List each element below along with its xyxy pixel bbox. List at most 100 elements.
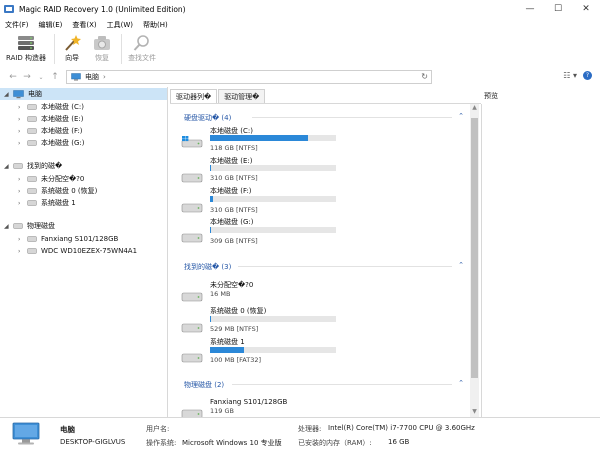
drive-meta: 16 MB xyxy=(210,290,231,298)
status-os-value: Microsoft Windows 10 专业版 xyxy=(182,439,282,447)
tab-strip: 驱动器列� 驱动管理� xyxy=(170,89,266,103)
up-icon[interactable]: ↑ xyxy=(48,72,62,82)
divider xyxy=(232,384,452,385)
drive-meta: 119 GB xyxy=(210,407,234,415)
tree-item-unallocated[interactable]: › 未分配空�?0 xyxy=(18,173,84,185)
refresh-icon[interactable]: ↻ xyxy=(421,72,428,81)
status-os-label: 操作系统: xyxy=(146,439,177,447)
wizard-button[interactable]: 向导 xyxy=(61,31,83,63)
back-icon[interactable]: ← xyxy=(6,72,20,82)
menu-file[interactable]: 文件(F) xyxy=(0,20,34,30)
view-mode-icon[interactable]: ☷ ▾ xyxy=(563,71,577,80)
disk-icon xyxy=(27,188,37,194)
recover-label: 恢复 xyxy=(95,54,110,62)
drive-meta: 118 GB [NTFS] xyxy=(210,144,258,152)
disk-icon xyxy=(27,116,37,122)
tree-item-disk-c[interactable]: › 本地磁盘 (C:) xyxy=(18,101,84,113)
drive-name[interactable]: 系统磁盘 1 xyxy=(210,337,245,347)
collapse-chevron-icon[interactable]: ⌃ xyxy=(458,112,464,120)
collapsed-chevron-icon[interactable]: › xyxy=(18,248,27,255)
collapsed-chevron-icon[interactable]: › xyxy=(18,140,27,147)
scroll-down-icon[interactable]: ▼ xyxy=(470,408,479,417)
menu-help[interactable]: 帮助(H) xyxy=(138,20,173,30)
view-controls: ☷ ▾ ? xyxy=(563,71,592,80)
forward-icon[interactable]: → xyxy=(20,72,34,82)
toolbar-separator xyxy=(54,34,56,64)
collapse-chevron-icon[interactable]: ⌃ xyxy=(458,261,464,269)
tree-item-label: 本地磁盘 (C:) xyxy=(41,103,84,111)
find-file-button[interactable]: 查找文件 xyxy=(128,31,156,63)
drive-usage-fill xyxy=(210,347,245,353)
raid-builder-button[interactable]: RAID 构造器 xyxy=(6,31,46,63)
divider xyxy=(252,117,452,118)
vertical-scrollbar[interactable]: ▲ ▼ xyxy=(470,104,479,417)
tree-item-computer[interactable]: ◢ 电脑 xyxy=(0,88,167,100)
menu-view[interactable]: 查看(X) xyxy=(67,20,101,30)
disk-icon xyxy=(13,223,23,229)
tree-item-system-disk-0[interactable]: › 系统磁盘 0 (恢复) xyxy=(18,185,97,197)
wizard-icon xyxy=(65,35,82,51)
tree-item-wdc[interactable]: › WDC WD10EZEX-75WN4A1 xyxy=(18,245,137,257)
section-found-title[interactable]: 找到的磁� (3) xyxy=(184,262,231,272)
breadcrumb-separator-icon[interactable]: › xyxy=(103,73,106,81)
drive-usage-bar xyxy=(210,347,336,353)
drive-name[interactable]: 系统磁盘 0 (恢复) xyxy=(210,306,266,316)
expanded-chevron-icon[interactable]: ◢ xyxy=(4,163,13,170)
collapsed-chevron-icon[interactable]: › xyxy=(18,236,27,243)
maximize-button[interactable]: ☐ xyxy=(544,0,572,18)
menu-tools[interactable]: 工具(W) xyxy=(102,20,138,30)
status-ram-label: 已安装的内存（RAM）: xyxy=(298,439,372,447)
expanded-chevron-icon[interactable]: ◢ xyxy=(4,223,13,230)
tree-item-disk-e[interactable]: › 本地磁盘 (E:) xyxy=(18,113,83,125)
raid-builder-label: RAID 构造器 xyxy=(6,54,47,62)
recover-button[interactable]: 恢复 xyxy=(91,31,113,63)
scroll-up-icon[interactable]: ▲ xyxy=(470,104,479,113)
disk-icon xyxy=(27,140,37,146)
collapsed-chevron-icon[interactable]: › xyxy=(18,176,27,183)
computer-icon xyxy=(12,422,40,445)
breadcrumb-computer[interactable]: 电脑 xyxy=(85,72,99,82)
drive-name[interactable]: 本地磁盘 (G:) xyxy=(210,217,253,227)
tree-item-physical-disks[interactable]: ◢ 物理磁盘 xyxy=(4,220,55,232)
scroll-thumb[interactable] xyxy=(471,118,478,378)
section-physical-title[interactable]: 物理磁盘 (2) xyxy=(184,380,224,390)
collapsed-chevron-icon[interactable]: › xyxy=(18,116,27,123)
drive-name[interactable]: 本地磁盘 (F:) xyxy=(210,186,252,196)
tree-item-label: 系统磁盘 0 (恢复) xyxy=(41,187,98,195)
window-title: Magic RAID Recovery 1.0 (Unlimited Editi… xyxy=(19,4,186,14)
tab-drive-list[interactable]: 驱动器列� xyxy=(170,89,218,103)
minimize-button[interactable]: — xyxy=(516,0,544,18)
collapsed-chevron-icon[interactable]: › xyxy=(18,188,27,195)
drive-name[interactable]: 未分配空�?0 xyxy=(210,280,253,290)
collapsed-chevron-icon[interactable]: › xyxy=(18,200,27,207)
raid-builder-icon xyxy=(18,36,35,50)
tree-item-disk-f[interactable]: › 本地磁盘 (F:) xyxy=(18,125,83,137)
close-button[interactable]: ✕ xyxy=(572,0,600,18)
collapsed-chevron-icon[interactable]: › xyxy=(18,128,27,135)
tab-drive-manager[interactable]: 驱动管理� xyxy=(218,89,266,103)
help-icon[interactable]: ? xyxy=(583,71,592,80)
collapse-chevron-icon[interactable]: ⌃ xyxy=(458,379,464,387)
divider xyxy=(238,266,452,267)
history-chevron-icon[interactable]: ⌄ xyxy=(34,74,48,81)
disk-icon xyxy=(27,248,37,254)
preview-pane xyxy=(481,104,600,417)
tree-item-label: 电脑 xyxy=(28,90,42,98)
disk-icon xyxy=(181,233,203,243)
collapsed-chevron-icon[interactable]: › xyxy=(18,104,27,111)
search-icon xyxy=(133,35,149,51)
tree-item-disk-g[interactable]: › 本地磁盘 (G:) xyxy=(18,137,84,149)
drive-meta: 100 MB [FAT32] xyxy=(210,356,262,364)
section-hard-drives-title[interactable]: 硬盘驱动� (4) xyxy=(184,113,231,123)
tree-item-found-disks[interactable]: ◢ 找到的磁� xyxy=(4,160,62,172)
tree-item-system-disk-1[interactable]: › 系统磁盘 1 xyxy=(18,197,76,209)
drive-name[interactable]: Fanxiang S101/128GB xyxy=(210,398,287,406)
menu-edit[interactable]: 编辑(E) xyxy=(34,20,68,30)
address-input[interactable]: 电脑 › ↻ xyxy=(66,70,432,84)
tree-item-fanxiang[interactable]: › Fanxiang S101/128GB xyxy=(18,233,118,245)
status-computer-name: 电脑 xyxy=(60,425,75,434)
status-user-label: 用户名: xyxy=(146,425,170,433)
disk-icon xyxy=(181,409,203,417)
drive-usage-fill xyxy=(210,165,212,171)
expanded-chevron-icon[interactable]: ◢ xyxy=(4,91,13,98)
